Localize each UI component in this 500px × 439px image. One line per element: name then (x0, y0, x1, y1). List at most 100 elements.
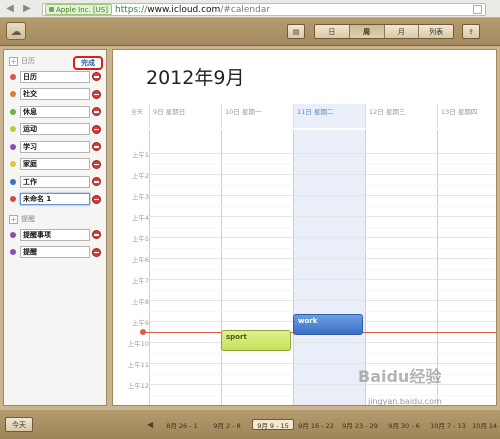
half-hour-line (149, 289, 496, 291)
calendar-row: 未命名 1 (4, 191, 106, 209)
day-header[interactable]: 13日 星期四 (437, 104, 496, 128)
week-chip[interactable]: 10月 14 - 20 (472, 419, 500, 430)
url-field[interactable]: Apple Inc. [US] https:// www.icloud.com … (42, 3, 486, 16)
day-header[interactable]: 11日 星期二 (293, 104, 365, 128)
delete-icon[interactable] (92, 247, 101, 257)
color-dot[interactable] (10, 178, 16, 185)
week-chip[interactable]: 9月 23 - 29 (340, 419, 380, 430)
color-dot[interactable] (10, 161, 16, 168)
delete-icon[interactable] (92, 230, 101, 240)
half-hour-line (149, 184, 496, 186)
reminder-row: 提醒事项 (4, 226, 106, 244)
hour-label: 上午11 (127, 361, 149, 369)
delete-icon[interactable] (92, 72, 101, 82)
hour-label: 上午1 (131, 151, 149, 159)
day-header[interactable]: 12日 星期三 (365, 104, 437, 128)
reminder-name-field[interactable]: 提醒 (20, 246, 90, 259)
hour-label: 上午8 (131, 298, 149, 306)
calendar-name-field[interactable]: 运动 (20, 123, 90, 136)
calendar-name-field[interactable]: 日历 (20, 70, 90, 83)
color-dot[interactable] (10, 73, 16, 80)
hour-line (149, 195, 496, 196)
week-chip[interactable]: 9月 9 - 15 (252, 419, 294, 430)
hour-label: 上午6 (131, 256, 149, 264)
watermark-brand: Baidu经验 (358, 367, 442, 386)
delete-icon[interactable] (92, 124, 101, 134)
color-dot[interactable] (10, 126, 16, 133)
hour-line (149, 279, 496, 280)
watermark-url: jingyan.baidu.com (368, 397, 442, 406)
url-scheme: https:// (114, 4, 148, 15)
week-chip[interactable]: 8月 26 - 1 (162, 419, 202, 430)
delete-icon[interactable] (92, 194, 101, 204)
delete-icon[interactable] (92, 107, 101, 117)
calendar-name-field[interactable]: 社交 (20, 88, 90, 101)
site-badge-label: Apple Inc. [US] (56, 5, 108, 14)
delete-icon[interactable] (92, 177, 101, 187)
share-icon[interactable]: ⇪ (462, 24, 480, 39)
delete-icon[interactable] (92, 142, 101, 152)
view-month-button[interactable]: 月 (384, 25, 420, 38)
reminder-name-field[interactable]: 提醒事项 (20, 228, 90, 241)
hour-line (149, 237, 496, 238)
week-chip[interactable]: 9月 2 - 8 (207, 419, 247, 430)
delete-icon[interactable] (92, 159, 101, 169)
day-header[interactable]: 10日 星期一 (221, 104, 293, 128)
add-icon[interactable]: + (9, 56, 18, 66)
half-hour-line (149, 247, 496, 249)
site-identity-badge[interactable]: Apple Inc. [US] (45, 4, 112, 15)
day-header[interactable]: 9日 星期日 (149, 104, 221, 128)
hour-label: 上午3 (131, 193, 149, 201)
back-arrow-icon[interactable]: ◀ (3, 2, 17, 16)
view-day-button[interactable]: 日 (315, 25, 350, 38)
color-dot[interactable] (10, 91, 16, 98)
calendar-row: 工作 (4, 173, 106, 191)
hour-label: 上午10 (127, 340, 149, 348)
color-dot[interactable] (10, 143, 16, 150)
calendar-row: 日历 (4, 68, 106, 86)
cloud-icon[interactable]: ☁ (6, 22, 26, 40)
reminder-row: 提醒 (4, 244, 106, 262)
calendar-list: 日历社交休息运动学习家庭工作未命名 1 (4, 68, 106, 208)
hour-line (149, 300, 496, 301)
calendar-name-field[interactable]: 学习 (20, 140, 90, 153)
watermark: Baidu经验 jingyan.baidu.com (358, 363, 488, 409)
week-chip[interactable]: 10月 7 - 13 (428, 419, 468, 430)
color-dot[interactable] (10, 231, 16, 238)
event-sport[interactable]: sport (221, 330, 291, 351)
today-button[interactable]: 今天 (5, 417, 33, 432)
half-hour-line (149, 226, 496, 228)
add-icon[interactable]: + (9, 214, 18, 224)
color-dot[interactable] (10, 108, 16, 115)
delete-icon[interactable] (92, 89, 101, 99)
calendar-week-view: 2012年9月 全天 9日 星期日 10日 星期一 11日 星期二 12日 星期三 13… (112, 49, 497, 406)
calendar-row: 运动 (4, 121, 106, 139)
view-week-button[interactable]: 周 (349, 25, 385, 38)
calendar-sidebar: 完成 + 日历 日历 社交 休息 运动 学习 家庭 工作 未命名 1 + 提醒 提醒事项 提醒 (3, 49, 107, 406)
calendar-name-field[interactable]: 家庭 (20, 158, 90, 171)
hour-label: 上午4 (131, 214, 149, 222)
half-hour-line (149, 268, 496, 270)
hour-label: 上午2 (131, 172, 149, 180)
view-switcher: 日 周 月 列表 (314, 24, 454, 39)
current-time-dot (140, 329, 146, 335)
browser-url-bar: ◀ ▶ Apple Inc. [US] https:// www.icloud.… (0, 0, 500, 18)
week-chip[interactable]: 9月 16 - 22 (296, 419, 336, 430)
calendar-name-field[interactable]: 工作 (20, 175, 90, 188)
color-dot[interactable] (10, 249, 16, 256)
week-chip[interactable]: 9月 30 - 6 (384, 419, 424, 430)
color-dot[interactable] (10, 196, 16, 203)
calendar-name-field[interactable]: 休息 (20, 105, 90, 118)
month-title: 2012年9月 (146, 67, 245, 89)
url-path: /#calendar (220, 4, 271, 15)
calendar-row: 社交 (4, 86, 106, 104)
event-work[interactable]: work (293, 314, 363, 335)
calendar-name-field[interactable]: 未命名 1 (20, 193, 90, 206)
forward-arrow-icon[interactable]: ▶ (20, 2, 34, 16)
previous-weeks-icon[interactable]: ◀ (147, 420, 153, 429)
view-list-button[interactable]: 列表 (419, 25, 453, 38)
sidebar-toggle-icon[interactable]: ▤ (287, 24, 305, 39)
half-hour-line (149, 205, 496, 207)
hour-label: 上午5 (131, 235, 149, 243)
calendar-row: 休息 (4, 103, 106, 121)
